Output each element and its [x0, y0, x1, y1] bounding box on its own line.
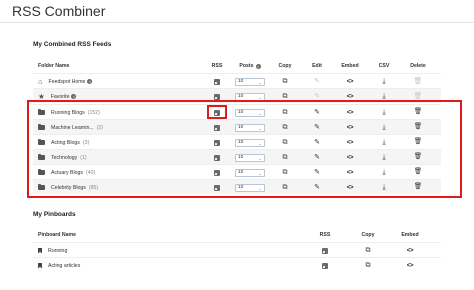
header-pinboard-name: Pinboard Name — [38, 232, 77, 238]
pinboard-name-cell: Acting articles — [38, 258, 238, 273]
copy-cell: ⧉ — [360, 243, 376, 258]
highlight-box-folders — [27, 100, 462, 198]
info-icon[interactable]: i — [255, 63, 261, 69]
delete-cell: 🗑 — [407, 74, 429, 89]
header-copy: Copy — [278, 63, 292, 69]
header-rss: RSS — [211, 63, 223, 69]
folder-link[interactable]: Feedspot Home — [49, 79, 86, 85]
edit-cell: ✎ — [309, 74, 325, 89]
rss-cell — [317, 243, 333, 258]
rss-cell — [209, 74, 225, 89]
embed-cell: <> — [340, 74, 360, 89]
csv-cell: ⤓ — [376, 74, 392, 89]
combined-feeds-header: Folder Name RSS Posts i Copy Edit Embed … — [33, 59, 441, 74]
rss-icon[interactable] — [214, 93, 220, 100]
app-title: RSS Combiner — [12, 3, 106, 19]
embed-cell: <> — [400, 243, 420, 258]
header-folder-name: Folder Name — [38, 63, 70, 69]
embed-icon[interactable]: <> — [407, 263, 414, 269]
download-icon[interactable]: ⤓ — [382, 78, 385, 85]
folder-link[interactable]: Favorite — [51, 94, 70, 100]
embed-icon[interactable]: <> — [347, 79, 354, 85]
header-posts-label: Posts — [239, 63, 254, 69]
copy-icon[interactable]: ⧉ — [283, 78, 288, 85]
pinboard-link[interactable]: Acting articles — [48, 263, 80, 269]
chevron-down-icon: ⌄ — [258, 79, 262, 85]
rss-icon[interactable] — [322, 247, 328, 254]
highlight-box-rss — [207, 105, 227, 119]
header-delete: Delete — [410, 63, 426, 69]
copy-cell: ⧉ — [360, 258, 376, 273]
embed-icon[interactable]: <> — [347, 94, 354, 100]
header-embed: Embed — [401, 232, 419, 238]
header-rss: RSS — [319, 232, 331, 238]
copy-icon[interactable]: ⧉ — [283, 93, 288, 100]
pinboards-title: My Pinboards — [33, 211, 76, 218]
pinboards-header: Pinboard Name RSS Copy Embed — [33, 228, 441, 243]
header-copy: Copy — [361, 232, 375, 238]
home-icon: ⌂ — [38, 77, 43, 86]
edit-icon-disabled: ✎ — [314, 93, 320, 100]
folder-name-cell: ⌂ Feedspot Home i — [38, 74, 198, 89]
pinboard-link[interactable]: Running — [48, 248, 67, 254]
copy-cell: ⧉ — [277, 74, 293, 89]
edit-icon-disabled: ✎ — [314, 78, 320, 85]
rss-icon[interactable] — [322, 262, 328, 269]
copy-icon[interactable]: ⧉ — [366, 247, 371, 254]
combined-feeds-title: My Combined RSS Feeds — [33, 41, 112, 48]
embed-icon[interactable]: <> — [407, 248, 414, 254]
rss-cell — [317, 258, 333, 273]
header-csv: CSV — [378, 63, 390, 69]
rss-icon[interactable] — [214, 78, 220, 85]
header-embed: Embed — [341, 63, 359, 69]
pinboard-row-acting-articles: Acting articles ⧉ <> — [33, 257, 441, 272]
pinboard-row-running: Running ⧉ <> — [33, 242, 441, 257]
delete-icon-disabled: 🗑 — [413, 93, 423, 100]
header-edit: Edit — [312, 63, 322, 69]
title-divider — [0, 22, 474, 23]
posts-select[interactable]: 10 ⌄ — [235, 77, 265, 86]
embed-cell: <> — [400, 258, 420, 273]
bookmark-icon — [38, 262, 42, 269]
pinboard-name-cell: Running — [38, 243, 238, 258]
delete-icon-disabled: 🗑 — [413, 78, 423, 85]
info-icon[interactable]: i — [87, 79, 93, 84]
feed-row-feedspot-home: ⌂ Feedspot Home i 10 ⌄ ⧉ ✎ <> ⤓ 🗑 — [33, 73, 441, 88]
header-posts: Posts i — [233, 59, 267, 73]
posts-value: 10 — [238, 94, 244, 99]
bookmark-icon — [38, 247, 42, 254]
download-icon[interactable]: ⤓ — [382, 93, 385, 100]
posts-cell: 10 ⌄ — [233, 74, 267, 89]
copy-icon[interactable]: ⧉ — [366, 262, 371, 269]
posts-value: 10 — [238, 79, 244, 84]
info-icon[interactable]: i — [71, 94, 77, 99]
